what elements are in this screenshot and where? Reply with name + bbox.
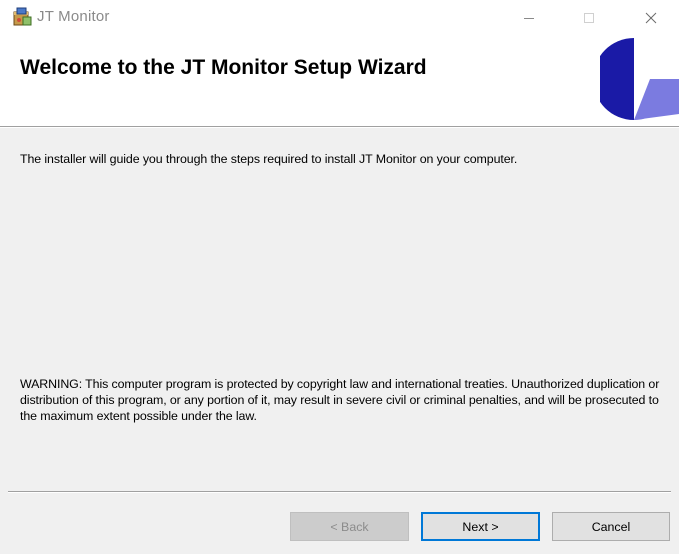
minimize-icon (524, 18, 534, 19)
back-button[interactable]: < Back (290, 512, 409, 541)
maximize-button[interactable] (566, 0, 612, 36)
next-button[interactable]: Next > (421, 512, 540, 541)
maximize-icon (584, 13, 594, 23)
intro-text: The installer will guide you through the… (20, 152, 518, 166)
window-title: JT Monitor (37, 8, 110, 25)
installer-package-icon (11, 6, 33, 28)
setup-logo-icon (593, 36, 679, 122)
wizard-header: Welcome to the JT Monitor Setup Wizard (0, 36, 679, 126)
close-button[interactable] (628, 0, 674, 36)
page-title: Welcome to the JT Monitor Setup Wizard (20, 56, 427, 79)
copyright-warning-text: WARNING: This computer program is protec… (20, 377, 660, 423)
minimize-button[interactable] (506, 0, 552, 36)
header-divider-highlight (0, 127, 679, 128)
cancel-button[interactable]: Cancel (552, 512, 670, 541)
title-bar[interactable]: JT Monitor (0, 0, 679, 36)
footer-divider-highlight (8, 492, 671, 493)
close-icon (645, 12, 657, 24)
